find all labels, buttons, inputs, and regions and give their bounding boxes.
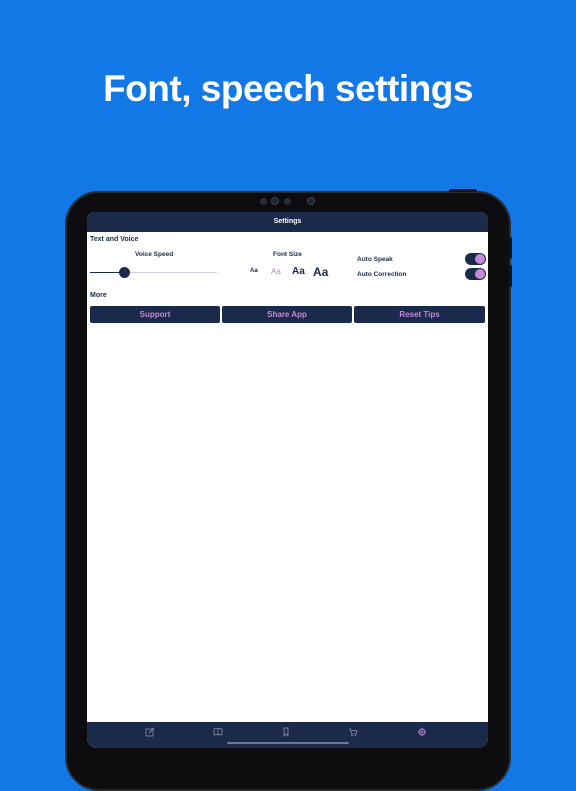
sensor-dot: [284, 198, 291, 205]
auto-correction-label: Auto Correction: [357, 271, 407, 278]
font-size-option-medium[interactable]: Aa: [292, 266, 305, 277]
auto-speak-toggle[interactable]: [465, 253, 486, 265]
cart-icon[interactable]: [348, 727, 358, 737]
headline: Font, speech settings: [103, 68, 473, 109]
top-button: [449, 189, 477, 192]
book-icon[interactable]: [213, 727, 223, 737]
sensor-dot: [260, 198, 267, 205]
section-title-more: More: [90, 292, 107, 299]
volume-down-button: [509, 265, 512, 287]
front-camera: [271, 197, 279, 205]
support-button[interactable]: Support: [90, 306, 220, 323]
toggle-knob: [475, 269, 485, 279]
font-size-option-smallest[interactable]: Aa: [250, 268, 258, 274]
settings-gear-icon[interactable]: [417, 727, 427, 737]
reset-tips-button[interactable]: Reset Tips: [354, 306, 485, 323]
share-app-button[interactable]: Share App: [222, 306, 352, 323]
nav-bar-title: Settings: [87, 212, 488, 232]
volume-up-button: [509, 237, 512, 259]
app-screen: Settings Text and Voice Voice Speed Font…: [87, 212, 488, 748]
voice-speed-label: Voice Speed: [135, 251, 174, 258]
section-title-text-and-voice: Text and Voice: [90, 236, 139, 243]
bookmark-icon[interactable]: [281, 727, 291, 737]
edit-icon[interactable]: [145, 727, 155, 737]
auto-correction-toggle[interactable]: [465, 268, 486, 280]
home-indicator: [227, 742, 349, 744]
toggle-knob: [475, 254, 485, 264]
auto-speak-label: Auto Speak: [357, 256, 393, 263]
tab-bar: [87, 722, 488, 748]
font-size-option-small-selected[interactable]: Aa: [271, 267, 281, 276]
slider-thumb[interactable]: [118, 267, 130, 278]
camera-lens: [307, 197, 315, 205]
font-size-option-large[interactable]: Aa: [313, 265, 328, 279]
font-size-label: Font Size: [273, 251, 302, 258]
